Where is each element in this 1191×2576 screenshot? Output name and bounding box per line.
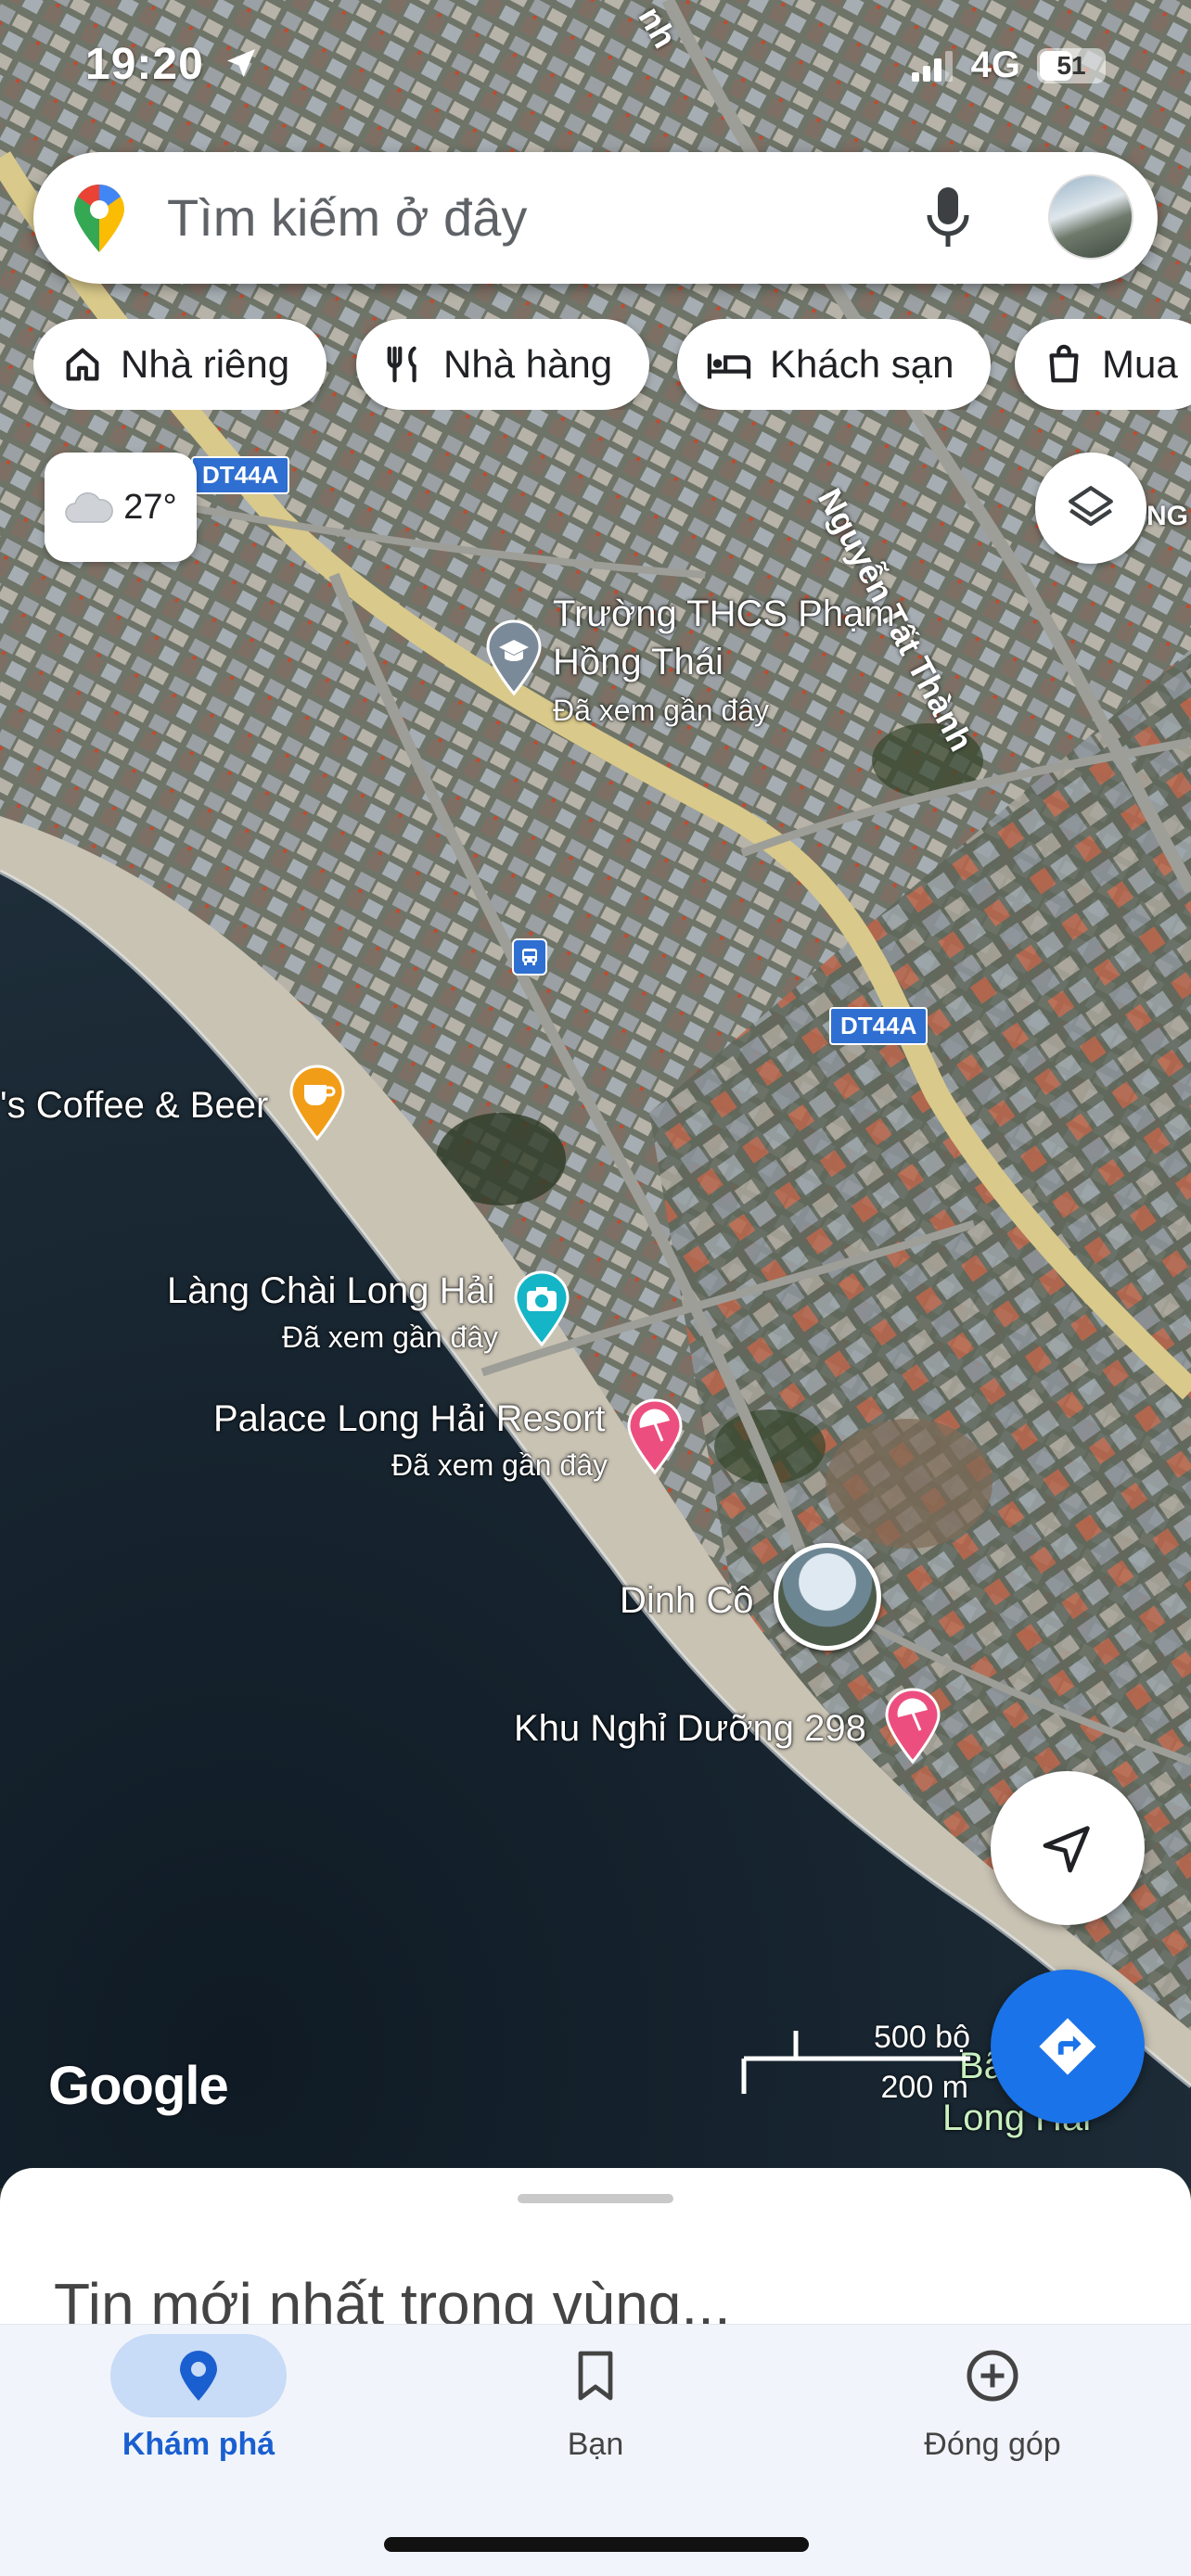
location-arrow-icon [227, 49, 255, 77]
directions-button[interactable] [991, 1970, 1145, 2123]
home-indicator[interactable] [384, 2537, 809, 2552]
road-shield-dt44a: DT44A [829, 1007, 928, 1045]
place-name-palace[interactable]: Palace Long Hải Resort [213, 1398, 605, 1440]
network-type: 4G [970, 45, 1020, 85]
battery-percent: 51 [1057, 50, 1086, 80]
place-sub-palace: Đã xem gần đây [391, 1448, 608, 1482]
microphone-icon[interactable] [924, 184, 972, 252]
shopping-bag-icon [1049, 344, 1079, 383]
google-maps-pin-icon [74, 185, 124, 252]
chip-label: Mua [1102, 342, 1178, 386]
restaurant-icon [387, 346, 416, 383]
beach-umbrella-icon[interactable] [625, 1398, 685, 1474]
chip-hotel[interactable]: Khách sạn [677, 319, 992, 410]
bookmark-icon [578, 2351, 613, 2401]
place-name-school[interactable]: Trường THCS Phạm [553, 593, 895, 635]
category-chips: Nhà riêng Nhà hàng Khách sạn Mua [33, 319, 1191, 410]
photo-thumbnail-dinh-co[interactable] [774, 1543, 881, 1651]
scale-label-meters: 200 m [880, 2070, 969, 2105]
chip-label: Nhà hàng [443, 342, 613, 386]
place-name-dinh-co[interactable]: Dinh Cô [620, 1580, 754, 1622]
cloud-icon [65, 492, 114, 523]
signal-bars-icon [911, 50, 953, 82]
map-scale: 500 bộ 200 m [738, 2020, 980, 2105]
weather-badge[interactable]: 27° [45, 453, 197, 562]
explore-pin-icon [180, 2351, 217, 2401]
chip-shopping[interactable]: Mua [1015, 319, 1191, 410]
beach-umbrella-icon[interactable] [883, 1688, 942, 1764]
place-name-lang-chai[interactable]: Làng Chài Long Hải [167, 1270, 495, 1312]
bus-stop-icon[interactable] [512, 938, 547, 976]
tab-you[interactable]: Bạn [397, 2325, 794, 2510]
profile-avatar[interactable] [1048, 174, 1133, 260]
battery-indicator: 51 [1037, 47, 1106, 83]
chip-restaurant[interactable]: Nhà hàng [356, 319, 650, 410]
tab-you-label: Bạn [567, 2427, 624, 2462]
search-bar[interactable]: Tìm kiếm ở đây [33, 152, 1158, 284]
place-name-coffee[interactable]: 's Coffee & Beer [0, 1085, 268, 1127]
cafe-icon[interactable] [288, 1065, 347, 1141]
status-time: 19:20 [85, 40, 204, 89]
place-name-khu-nghi-duong[interactable]: Khu Nghỉ Dưỡng 298 [514, 1708, 866, 1750]
status-bar: 19:20 4G 51 [0, 0, 1191, 139]
tab-contribute[interactable]: Đóng góp [794, 2325, 1191, 2510]
road-name-partial-right: NG [1146, 501, 1188, 531]
scale-label-feet: 500 bộ [874, 2020, 970, 2055]
chip-label: Khách sạn [770, 342, 954, 386]
tab-contribute-label: Đóng góp [924, 2427, 1061, 2462]
chip-label: Nhà riêng [121, 342, 290, 386]
camera-icon[interactable] [512, 1270, 571, 1346]
place-name-school-line2[interactable]: Hồng Thái [553, 642, 724, 683]
weather-temp: 27° [123, 487, 177, 527]
add-circle-icon [967, 2350, 1018, 2402]
place-sub-school: Đã xem gần đây [553, 694, 770, 727]
search-input[interactable]: Tìm kiếm ở đây [167, 187, 527, 248]
layers-icon [1069, 486, 1113, 527]
tab-explore[interactable]: Khám phá [0, 2325, 397, 2510]
road-shield-dt44a: DT44A [191, 456, 290, 494]
chip-home[interactable]: Nhà riêng [33, 319, 327, 410]
layers-button[interactable] [1035, 453, 1146, 564]
sheet-drag-handle[interactable] [518, 2194, 673, 2203]
directions-icon [1039, 2018, 1096, 2075]
google-logo: Google [48, 2056, 229, 2116]
my-location-button[interactable] [991, 1771, 1145, 1925]
place-sub-lang-chai: Đã xem gần đây [282, 1320, 499, 1354]
school-icon[interactable] [484, 619, 544, 695]
tab-explore-label: Khám phá [122, 2427, 275, 2462]
hotel-icon [707, 353, 751, 379]
navigation-arrow-icon [1043, 1826, 1090, 1873]
home-icon [66, 348, 99, 381]
